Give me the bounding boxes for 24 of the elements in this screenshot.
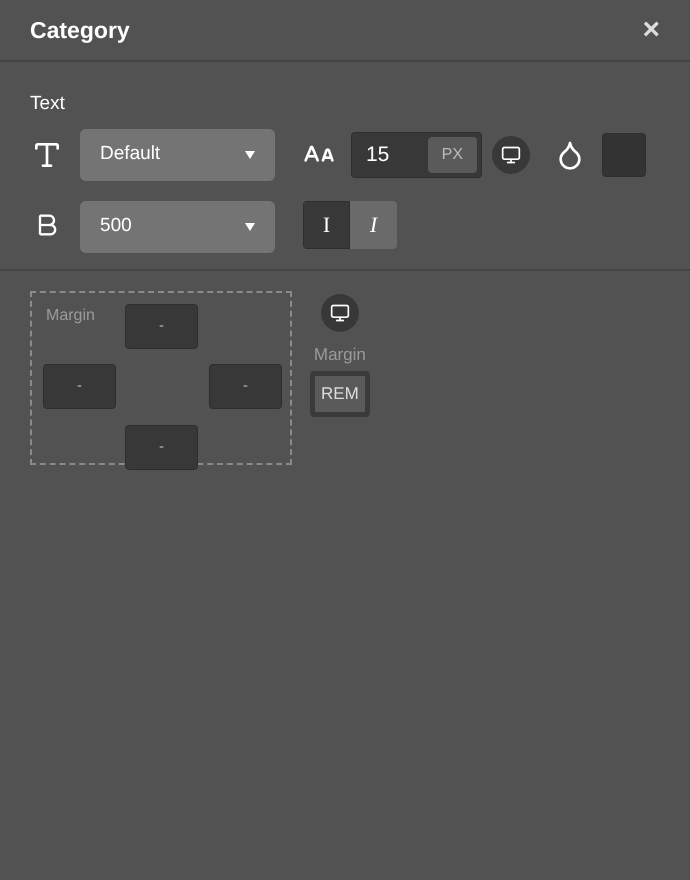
font-size-field[interactable]: 15 PX: [351, 132, 482, 178]
font-style-toggle[interactable]: I: [350, 200, 397, 248]
caret-icon: [245, 150, 255, 158]
margin-input[interactable]: -: [43, 364, 116, 409]
font-weight-select[interactable]: 500: [80, 200, 275, 252]
margin-label: Margin: [45, 306, 96, 326]
close-button[interactable]: ×: [642, 15, 660, 45]
unit-button[interactable]: PX: [428, 136, 477, 172]
panel-title: Category: [30, 16, 130, 45]
device-button[interactable]: [320, 294, 359, 332]
margin-input[interactable]: -: [125, 424, 198, 470]
font-size-value: 15: [366, 142, 390, 168]
caret-icon: [245, 222, 255, 230]
monitor-icon: [501, 144, 521, 164]
font-style-toggle[interactable]: I: [303, 200, 350, 248]
margin-input[interactable]: -: [125, 304, 198, 348]
unit-button[interactable]: REM: [310, 371, 370, 417]
margin-unit-label: Margin: [314, 344, 366, 366]
device-button[interactable]: [492, 136, 530, 174]
margin-input[interactable]: -: [209, 364, 282, 409]
section-label: Text: [30, 92, 66, 116]
font-family-select[interactable]: Default: [80, 128, 275, 180]
color-swatch[interactable]: [602, 132, 646, 176]
monitor-icon: [330, 302, 350, 322]
